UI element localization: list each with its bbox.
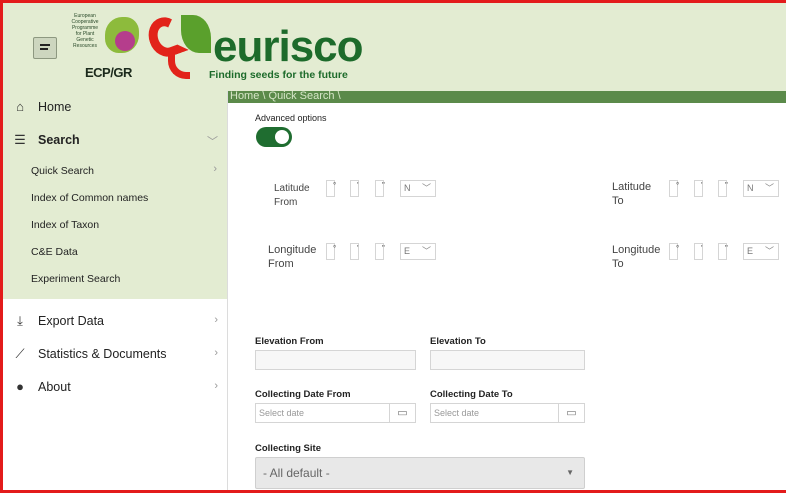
- collecting-site-label: Collecting Site: [255, 443, 321, 454]
- sidebar-item-label: Statistics & Documents: [38, 347, 167, 361]
- sidebar-subitem-ce-data[interactable]: C&E Data: [3, 238, 227, 265]
- flower-icon: [115, 31, 135, 51]
- degree-symbol: °: [333, 244, 337, 253]
- sidebar-subitem-label: C&E Data: [31, 246, 78, 258]
- caret-down-icon: ▼: [566, 468, 574, 477]
- minute-symbol: ': [357, 244, 359, 253]
- search-submenu: Quick Search › Index of Common names Ind…: [3, 157, 227, 299]
- elevation-from-label: Elevation From: [255, 336, 324, 347]
- sidebar-item-label: About: [38, 380, 71, 394]
- elevation-to-input[interactable]: [430, 350, 585, 370]
- longitude-from-label: Longitude From: [268, 244, 317, 270]
- tagline: Finding seeds for the future: [209, 69, 348, 81]
- ecpgr-name: ECP/GR: [85, 65, 132, 80]
- sidebar-subitem-label: Index of Common names: [31, 192, 149, 204]
- home-icon: ⌂: [16, 99, 24, 114]
- user-circle-icon: ●: [16, 379, 24, 394]
- sidebar-subitem-label: Quick Search: [31, 165, 95, 177]
- second-symbol: ": [382, 181, 385, 190]
- latitude-to-label: Latitude To: [612, 181, 652, 207]
- degree-symbol: °: [333, 181, 337, 190]
- minute-symbol: ': [357, 181, 359, 190]
- collecting-date-to-input[interactable]: Select date ▭: [430, 403, 585, 423]
- chevron-right-icon: ›: [214, 314, 218, 326]
- ecpgr-logo[interactable]: European Cooperative Programme for Plant…: [63, 13, 143, 83]
- sidebar-subitem-label: Index of Taxon: [31, 219, 100, 231]
- chevron-down-icon: ﹀: [764, 246, 774, 256]
- chevron-right-icon: ›: [213, 163, 217, 175]
- hamburger-icon: [40, 44, 50, 46]
- collecting-site-select[interactable]: - All default - ▼: [255, 457, 585, 489]
- sidebar-subitem-common-names[interactable]: Index of Common names: [3, 184, 227, 211]
- date-placeholder: Select date: [259, 408, 305, 418]
- chevron-right-icon: ›: [214, 380, 218, 392]
- sidebar-subitem-experiment-search[interactable]: Experiment Search: [3, 265, 227, 292]
- app-frame: European Cooperative Programme for Plant…: [0, 0, 786, 493]
- calendar-icon[interactable]: ▭: [558, 404, 584, 422]
- app-title[interactable]: eurisco: [213, 23, 364, 71]
- chevron-down-icon: ﹀: [764, 183, 774, 193]
- longitude-to-label: Longitude To: [612, 244, 661, 270]
- advanced-options-toggle[interactable]: [256, 127, 292, 147]
- main-content: Advanced options Latitude From ° ' " N ﹀ L…: [228, 103, 786, 490]
- sidebar-item-export[interactable]: ⤓ Export Data ›: [3, 305, 227, 338]
- collecting-site-value: - All default -: [263, 466, 330, 480]
- chevron-right-icon: ›: [214, 347, 218, 359]
- collecting-date-from-input[interactable]: Select date ▭: [255, 403, 416, 423]
- minute-symbol: ': [701, 244, 703, 253]
- degree-symbol: °: [676, 181, 680, 190]
- advanced-options-label: Advanced options: [255, 113, 327, 123]
- longitude-from-direction-select[interactable]: E ﹀: [400, 243, 436, 260]
- hamburger-icon-line: [40, 48, 48, 50]
- chevron-down-icon: ﹀: [421, 183, 431, 193]
- latitude-from-direction-select[interactable]: N ﹀: [400, 180, 436, 197]
- sidebar-subitem-quick-search[interactable]: Quick Search ›: [3, 157, 227, 184]
- chevron-down-icon: ﹀: [207, 136, 218, 148]
- second-symbol: ": [725, 181, 728, 190]
- second-symbol: ": [725, 244, 728, 253]
- sidebar-item-label: Export Data: [38, 314, 105, 328]
- toggle-knob: [275, 130, 289, 144]
- sidebar-subitem-label: Experiment Search: [31, 273, 121, 285]
- sidebar-subitem-taxon[interactable]: Index of Taxon: [3, 211, 227, 238]
- latitude-to-direction-select[interactable]: N ﹀: [743, 180, 779, 197]
- elevation-to-label: Elevation To: [430, 336, 486, 347]
- degree-symbol: °: [676, 244, 680, 253]
- header: European Cooperative Programme for Plant…: [3, 3, 786, 91]
- minute-symbol: ': [701, 181, 703, 190]
- sidebar-item-home[interactable]: ⌂ Home: [3, 91, 227, 124]
- calendar-icon[interactable]: ▭: [389, 404, 415, 422]
- elevation-from-input[interactable]: [255, 350, 416, 370]
- menu-toggle-button[interactable]: [33, 37, 57, 59]
- sidebar-item-label: Home: [38, 100, 72, 114]
- sidebar-item-search[interactable]: ☰ Search ﹀: [3, 124, 227, 157]
- breadcrumb[interactable]: Home \ Quick Search \: [230, 90, 341, 103]
- breadcrumb-bar: Home \ Quick Search \: [228, 90, 786, 103]
- collecting-date-from-label: Collecting Date From: [255, 389, 351, 400]
- date-placeholder: Select date: [434, 408, 480, 418]
- sidebar-item-about[interactable]: ● About ›: [3, 371, 227, 404]
- ecpgr-logo-text: European Cooperative Programme for Plant…: [71, 13, 99, 49]
- eurisco-stem-icon: [168, 49, 190, 79]
- sidebar-item-statistics[interactable]: ⟋ Statistics & Documents ›: [3, 338, 227, 371]
- longitude-to-direction-select[interactable]: E ﹀: [743, 243, 779, 260]
- search-list-icon: ☰: [14, 132, 26, 147]
- latitude-from-label: Latitude From: [274, 183, 310, 208]
- chart-icon: ⟋: [15, 346, 25, 361]
- second-symbol: ": [382, 244, 385, 253]
- collecting-date-to-label: Collecting Date To: [430, 389, 513, 400]
- sidebar-item-label: Search: [38, 133, 80, 147]
- download-icon: ⤓: [17, 313, 23, 328]
- sidebar: ⌂ Home ☰ Search ﹀ Quick Search › Index o…: [3, 91, 228, 490]
- chevron-down-icon: ﹀: [421, 246, 431, 256]
